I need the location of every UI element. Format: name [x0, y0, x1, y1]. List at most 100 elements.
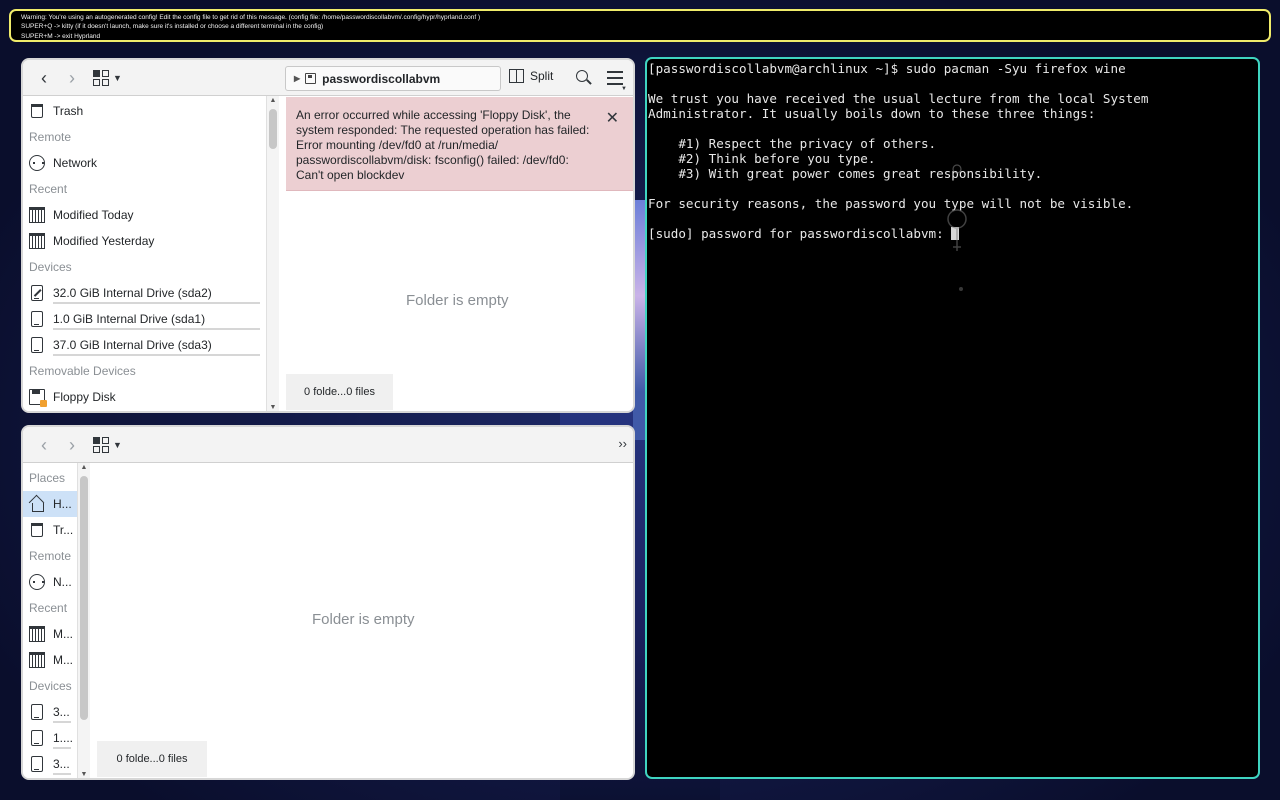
breadcrumb-label: passwordiscollabvm — [322, 71, 441, 86]
drive-usage-bar — [53, 302, 260, 304]
status-text: 0 folde...0 files — [116, 753, 188, 765]
drive-icon — [31, 730, 43, 746]
status-bar: 0 folde...0 files — [286, 374, 393, 410]
places-item-label: Tr... — [53, 523, 74, 537]
caret-down-icon: ▼ — [113, 439, 122, 450]
icons-view-icon — [93, 436, 109, 453]
calendar-icon — [29, 652, 45, 668]
drive-usage-bar — [53, 747, 71, 749]
places-item[interactable]: 3... — [23, 751, 77, 777]
places-item-label: 1.... — [53, 731, 74, 745]
drive-usage-bar — [53, 773, 71, 775]
scroll-thumb[interactable] — [80, 476, 88, 720]
places-item[interactable]: M... — [23, 647, 77, 673]
places-item-label: 1.0 GiB Internal Drive (sda1) — [53, 312, 206, 326]
split-label: Split — [530, 69, 554, 83]
places-section-header: Devices — [29, 679, 72, 693]
places-section-header: Remote — [29, 549, 72, 563]
chevron-right-icon: › — [69, 67, 75, 88]
places-item-label: Modified Today — [53, 208, 134, 222]
places-item-label: 32.0 GiB Internal Drive (sda2) — [53, 286, 212, 300]
places-item[interactable]: N... — [23, 569, 77, 595]
places-item[interactable]: Tr... — [23, 517, 77, 543]
places-scrollbar[interactable]: ▲ ▼ — [266, 96, 279, 411]
toolbar-overflow-button[interactable]: ›› — [618, 436, 627, 451]
terminal-window[interactable]: [passwordiscollabvm@archlinux ~]$ sudo p… — [645, 57, 1260, 779]
network-icon — [29, 155, 45, 171]
hamburger-menu-button[interactable] — [607, 71, 623, 85]
places-item[interactable]: 37.0 GiB Internal Drive (sda3) — [23, 332, 266, 358]
places-item-label: Modified Yesterday — [53, 234, 155, 248]
drive-icon — [31, 704, 43, 720]
forward-button[interactable]: › — [61, 66, 83, 90]
back-button[interactable]: ‹ — [33, 66, 55, 90]
error-banner: An error occurred while accessing 'Flopp… — [286, 97, 633, 191]
places-item-label: H... — [53, 497, 72, 511]
places-item-label: Trash — [53, 104, 84, 118]
places-section-header: Remote — [29, 130, 72, 144]
split-button[interactable]: Split — [509, 69, 553, 83]
places-scrollbar[interactable]: ▲ ▼ — [77, 463, 90, 778]
places-item-label: Floppy Disk — [53, 390, 116, 404]
places-item[interactable]: 3... — [23, 699, 77, 725]
places-item-label: 3... — [53, 705, 70, 719]
drive-icon — [31, 311, 43, 327]
back-button[interactable]: ‹ — [33, 433, 55, 457]
status-bar: 0 folde...0 files — [97, 741, 207, 777]
calendar-icon — [29, 233, 45, 249]
places-section-header: Recent — [29, 182, 68, 196]
error-message: An error occurred while accessing 'Flopp… — [296, 108, 590, 182]
file-view[interactable]: Folder is empty — [97, 465, 633, 778]
drive-icon — [31, 756, 43, 772]
places-item[interactable]: Network — [23, 150, 266, 176]
dolphin-window-top[interactable]: ‹ › ▼ ▶ passwordiscollabvm Split ▼ Trash… — [21, 58, 635, 413]
chevron-right-icon: › — [69, 434, 75, 455]
warning-line: SUPER+Q -> kitty (if it doesn't launch, … — [21, 23, 324, 31]
chevron-left-icon: ‹ — [41, 67, 47, 88]
warning-line: SUPER+M -> exit Hyprland — [21, 32, 101, 40]
scroll-down-icon[interactable]: ▼ — [78, 770, 90, 778]
places-item[interactable]: 32.0 GiB Internal Drive (sda2) — [23, 280, 266, 306]
forward-button[interactable]: › — [61, 433, 83, 457]
places-item-label: M... — [53, 653, 73, 667]
network-icon — [29, 574, 45, 590]
places-item[interactable]: Trash — [23, 98, 266, 124]
location-breadcrumb[interactable]: ▶ passwordiscollabvm — [285, 66, 501, 91]
calendar-icon — [29, 626, 45, 642]
scroll-down-icon[interactable]: ▼ — [267, 403, 279, 411]
places-section-header: Recent — [29, 601, 68, 615]
hyprland-config-warning: Warning: You're using an autogenerated c… — [9, 9, 1271, 42]
dolphin-window-bottom[interactable]: ‹ › ▼ ›› Places H... Tr... Remote N... Recent… — [21, 425, 635, 780]
places-item-label: M... — [53, 627, 73, 641]
places-item[interactable]: Floppy Disk — [23, 384, 266, 410]
places-item[interactable]: Modified Today — [23, 202, 266, 228]
scroll-up-icon[interactable]: ▲ — [78, 463, 90, 473]
drive-icon — [31, 285, 43, 301]
mouse-cursor-icon — [947, 164, 967, 291]
view-mode-button[interactable]: ▼ — [93, 433, 122, 457]
drive-usage-bar — [53, 354, 260, 356]
trash-icon — [31, 104, 43, 118]
places-item[interactable]: H... — [23, 491, 77, 517]
places-item[interactable]: 1.0 GiB Internal Drive (sda1) — [23, 306, 266, 332]
trash-icon — [31, 523, 43, 537]
split-view-icon — [509, 69, 524, 83]
caret-right-icon: ▶ — [294, 74, 301, 83]
places-item-label: N... — [53, 575, 72, 589]
places-item[interactable]: 1.... — [23, 725, 77, 751]
chevron-left-icon: ‹ — [41, 434, 47, 455]
scroll-up-icon[interactable]: ▲ — [267, 96, 279, 106]
places-panel: Places H... Tr... Remote N... Recent M... M... D… — [23, 463, 77, 778]
empty-folder-label: Folder is empty — [312, 611, 415, 628]
drive-icon — [31, 337, 43, 353]
search-button[interactable] — [576, 70, 592, 86]
places-item[interactable]: Modified Yesterday — [23, 228, 266, 254]
scroll-thumb[interactable] — [269, 109, 277, 149]
empty-folder-label: Folder is empty — [406, 292, 509, 309]
places-item[interactable]: M... — [23, 621, 77, 647]
home-icon — [29, 496, 45, 512]
status-text: 0 folde...0 files — [304, 386, 375, 398]
places-section-header: Devices — [29, 260, 72, 274]
close-icon[interactable]: ✕ — [606, 111, 619, 127]
view-mode-button[interactable]: ▼ — [93, 66, 122, 90]
